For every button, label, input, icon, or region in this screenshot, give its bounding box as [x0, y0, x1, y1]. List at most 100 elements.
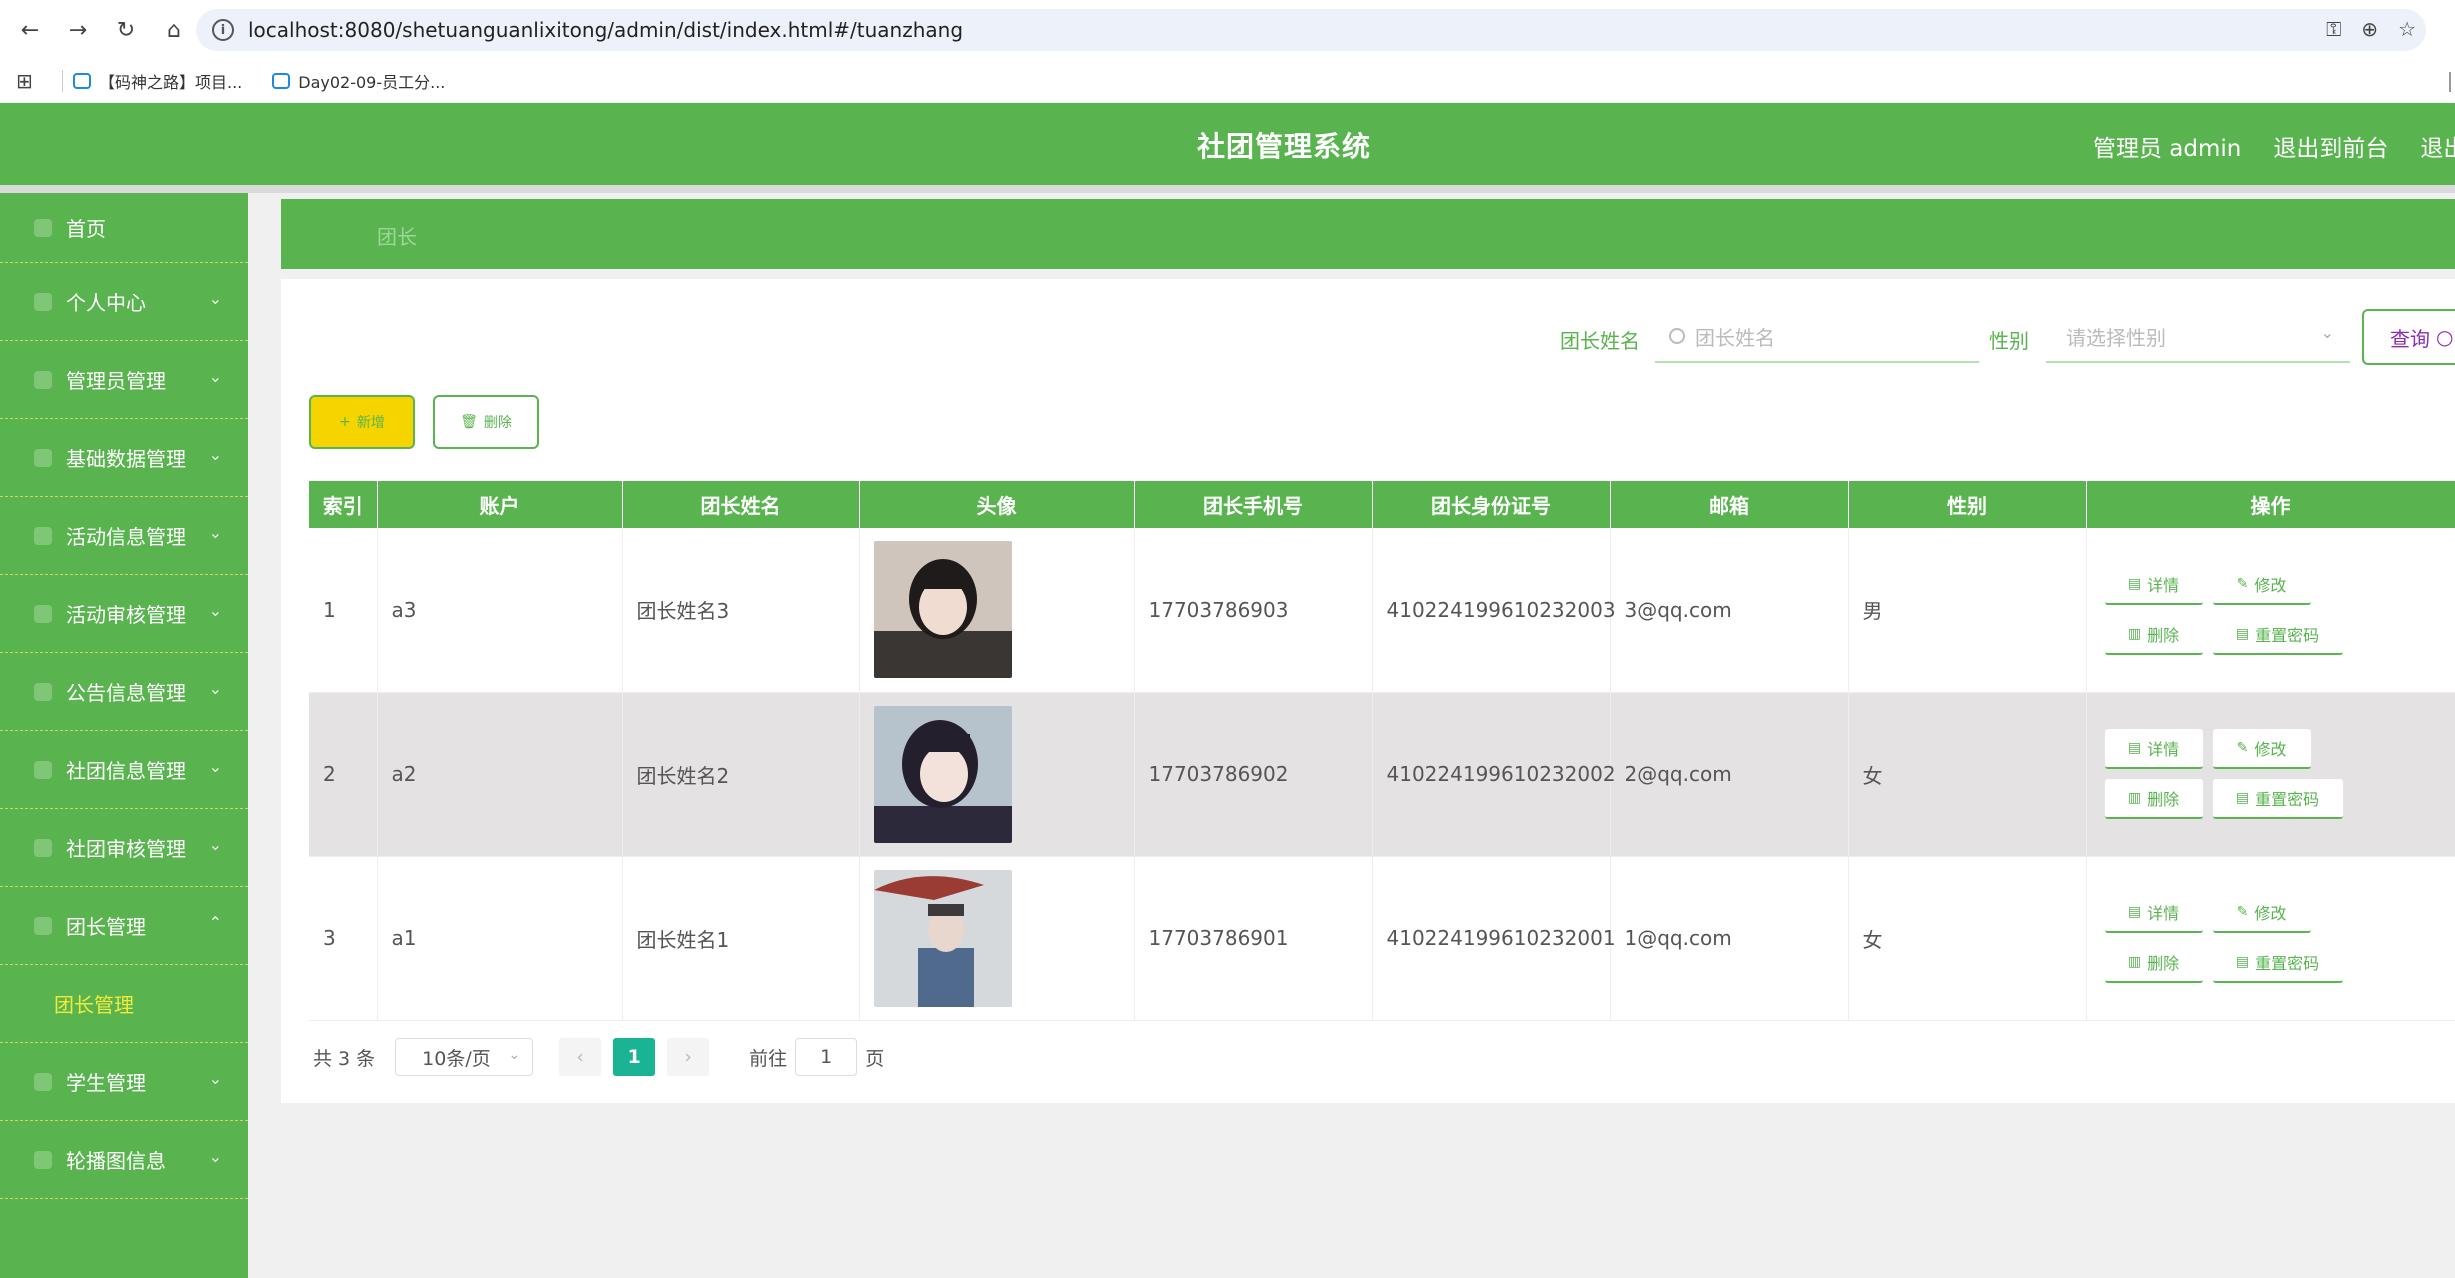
column-header[interactable]: 团长姓名 — [622, 481, 860, 528]
admin-user-label[interactable]: 管理员 admin — [2093, 129, 2241, 163]
sidebar-item-home[interactable]: 首页 — [0, 193, 248, 263]
detail-button[interactable]: ▤ 详情 — [2104, 893, 2203, 933]
bookmark-item[interactable]: Day02-09-员工分... — [272, 69, 445, 93]
reset-password-button[interactable]: ▤ 重置密码 — [2212, 614, 2343, 655]
reset-password-button[interactable]: ▤ 重置密码 — [2212, 943, 2343, 983]
bookmarks-overflow-icon[interactable] — [2449, 72, 2455, 92]
column-header[interactable]: 账户 — [377, 481, 623, 528]
table-row[interactable]: 3 a1 团长姓名1 17703786901 41022419961023200… — [309, 856, 2455, 1021]
delete-button[interactable]: ▥ 删除 — [2104, 779, 2203, 819]
search-icon — [1669, 328, 1685, 344]
page-size-select[interactable]: 10条/页 ⌄ — [395, 1038, 534, 1076]
goto-page-input[interactable]: 1 — [795, 1038, 858, 1076]
prev-page-button[interactable]: ‹ — [559, 1038, 602, 1076]
table-row[interactable]: 2 a2 团长姓名2 17703786902 41022419961023200… — [309, 692, 2455, 857]
breadcrumb: 团长 — [281, 199, 2455, 269]
detail-button[interactable]: ▤ 详情 — [2104, 729, 2203, 769]
sidebar-item-carousel[interactable]: 轮播图信息 ⌄ — [0, 1121, 248, 1199]
column-header[interactable]: 操作 — [2086, 481, 2455, 528]
sidebar-item-notice-info[interactable]: 公告信息管理 ⌄ — [0, 653, 248, 731]
zoom-icon[interactable]: ⊕ — [2361, 17, 2378, 41]
password-key-icon[interactable]: ⚿ — [2326, 17, 2341, 41]
trash-icon: 🗑 — [460, 414, 478, 430]
content-panel: 团长姓名 团长姓名 性别 请选择性别 ⌄ 查询 ○ + 新增 🗑 删除 索引 账… — [281, 279, 2455, 1103]
browser-toolbar: ← → ↻ ⌂ i localhost:8080/shetuanguanlixi… — [0, 0, 2455, 60]
sidebar-item-label: 社团审核管理 — [66, 837, 186, 861]
delete-button[interactable]: ▥ 删除 — [2104, 614, 2203, 655]
sidebar-item-label: 活动信息管理 — [66, 525, 186, 549]
chevron-down-icon: ⌄ — [208, 679, 222, 698]
sidebar-item-activity-info[interactable]: 活动信息管理 ⌄ — [0, 497, 248, 575]
avatar[interactable] — [873, 541, 1012, 679]
sidebar-item-club-info[interactable]: 社团信息管理 ⌄ — [0, 731, 248, 809]
edit-label: 修改 — [2254, 740, 2287, 759]
bulk-delete-button[interactable]: 🗑 删除 — [433, 395, 539, 449]
trash-icon: ▥ — [2127, 954, 2142, 970]
column-header[interactable]: 团长身份证号 — [1372, 481, 1611, 528]
site-info-icon[interactable]: i — [212, 19, 234, 41]
edit-button[interactable]: ✎ 修改 — [2212, 893, 2311, 933]
exit-to-front-link[interactable]: 退出到前台 — [2273, 129, 2388, 163]
edit-button[interactable]: ✎ 修改 — [2212, 729, 2311, 769]
home-icon — [34, 218, 52, 237]
header-divider — [0, 185, 2455, 193]
bilibili-icon — [73, 73, 91, 89]
app-title: 社团管理系统 — [1197, 130, 1372, 163]
column-header[interactable]: 性别 — [1848, 481, 2087, 528]
sidebar-item-basic-data[interactable]: 基础数据管理 ⌄ — [0, 419, 248, 497]
avatar[interactable] — [873, 869, 1012, 1007]
table-row[interactable]: 1 a3 团长姓名3 17703786903 41022419961023200… — [309, 528, 2455, 693]
gender-select[interactable]: 请选择性别 ⌄ — [2046, 311, 2350, 363]
cell-avatar — [859, 528, 1135, 693]
sidebar-item-activity-review[interactable]: 活动审核管理 ⌄ — [0, 575, 248, 653]
apps-grid-icon[interactable]: ⊞ — [16, 69, 52, 93]
bookmark-star-icon[interactable]: ☆ — [2398, 17, 2416, 41]
edit-button[interactable]: ✎ 修改 — [2212, 564, 2311, 605]
bookmark-item[interactable]: 【码神之路】项目... — [73, 69, 242, 93]
address-bar[interactable]: i localhost:8080/shetuanguanlixitong/adm… — [196, 9, 2426, 51]
chevron-down-icon: ⌄ — [208, 445, 222, 464]
column-header[interactable]: 邮箱 — [1610, 481, 1849, 528]
sidebar-item-label: 基础数据管理 — [66, 447, 186, 471]
reset-label: 重置密码 — [2255, 790, 2320, 809]
cell-actions: ▤ 详情 ✎ 修改 ▥ 删除 ▤ 重置密码 — [2086, 528, 2455, 693]
detail-button[interactable]: ▤ 详情 — [2104, 564, 2203, 605]
chevron-down-icon: ⌄ — [208, 757, 222, 776]
document-icon: ▤ — [2127, 575, 2142, 592]
sidebar-item-club-review[interactable]: 社团审核管理 ⌄ — [0, 809, 248, 887]
sidebar-item-label: 活动审核管理 — [66, 603, 186, 627]
sidebar-item-label: 管理员管理 — [66, 369, 166, 393]
document-icon: ▤ — [2127, 904, 2142, 920]
sidebar-item-admin-management[interactable]: 管理员管理 ⌄ — [0, 341, 248, 419]
column-header[interactable]: 索引 — [309, 481, 378, 528]
sidebar-item-label: 个人中心 — [66, 291, 146, 315]
query-label: 查询 — [2390, 326, 2430, 351]
home-icon[interactable]: ⌂ — [154, 10, 194, 50]
search-icon: ○ — [2436, 325, 2454, 349]
page-number-current[interactable]: 1 — [613, 1038, 656, 1076]
cell-id-card: 410224199610232001 — [1372, 856, 1616, 1021]
page-size-value: 10条/页 — [422, 1047, 491, 1070]
sidebar-item-student-management[interactable]: 学生管理 ⌄ — [0, 1043, 248, 1121]
logout-link[interactable]: 退出登录 — [2420, 129, 2455, 163]
column-header[interactable]: 团长手机号 — [1134, 481, 1373, 528]
add-button[interactable]: + 新增 — [309, 395, 415, 449]
sidebar-subitem-leader-management[interactable]: 团长管理 — [0, 965, 248, 1043]
reload-icon[interactable]: ↻ — [106, 10, 146, 50]
query-button[interactable]: 查询 ○ — [2362, 309, 2455, 365]
next-page-button[interactable]: › — [667, 1038, 710, 1076]
sidebar-item-personal-center[interactable]: 个人中心 ⌄ — [0, 263, 248, 341]
avatar[interactable] — [873, 705, 1012, 843]
sidebar-item-leader-management[interactable]: 团长管理 ⌃ — [0, 887, 248, 965]
delete-button[interactable]: ▥ 删除 — [2104, 943, 2203, 983]
pagination: 共 3 条 10条/页 ⌄ ‹ 1 › 前往 1 页 — [313, 1037, 884, 1077]
reset-password-button[interactable]: ▤ 重置密码 — [2212, 779, 2343, 819]
column-header[interactable]: 头像 — [859, 481, 1135, 528]
search-form: 团长姓名 团长姓名 性别 请选择性别 ⌄ 查询 ○ — [281, 309, 2455, 365]
cell-id-card: 410224199610232003 — [1372, 528, 1616, 693]
forward-icon[interactable]: → — [58, 10, 98, 50]
student-icon — [34, 1072, 52, 1091]
review-icon — [34, 604, 52, 623]
back-icon[interactable]: ← — [10, 10, 50, 50]
leader-name-input[interactable]: 团长姓名 — [1655, 311, 1979, 363]
